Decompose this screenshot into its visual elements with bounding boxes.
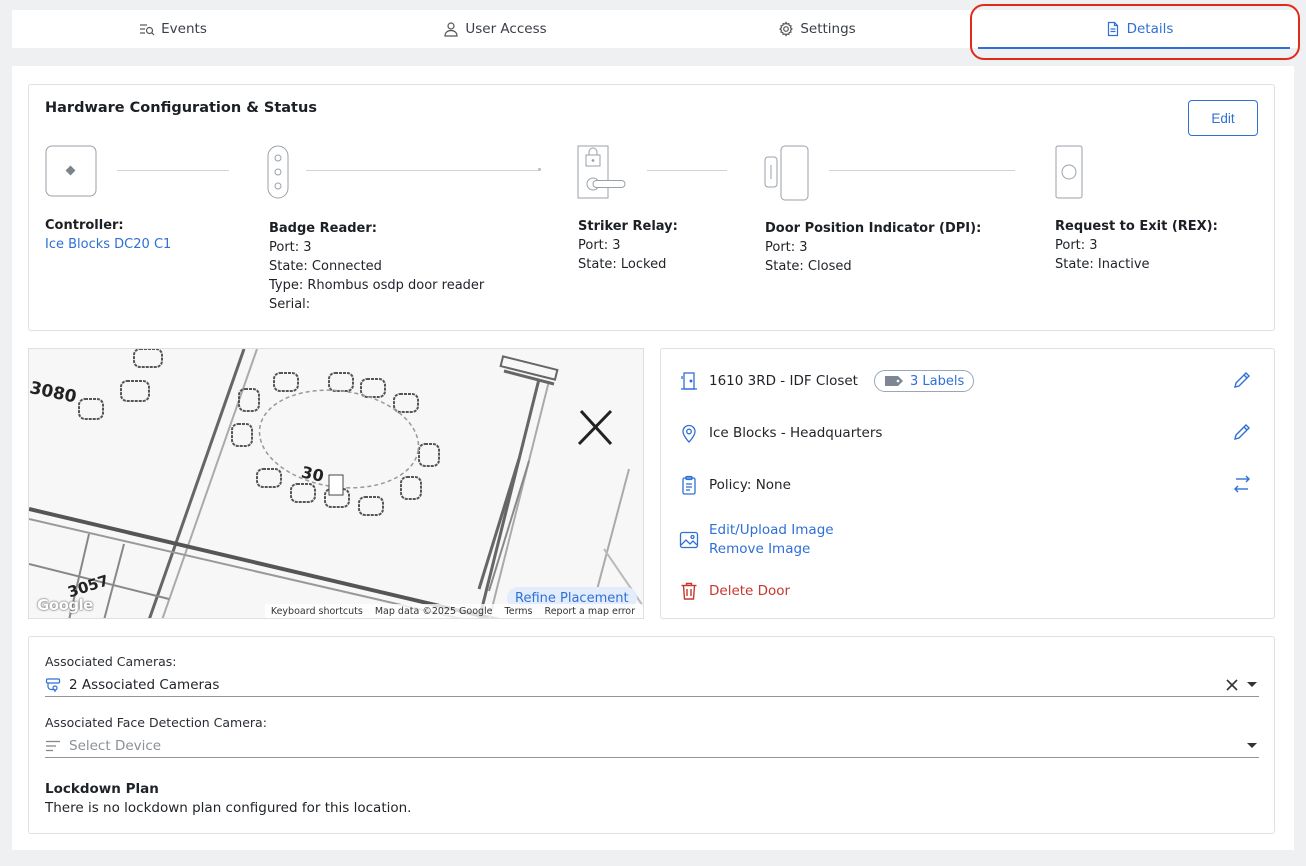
connector-dot [538,168,541,171]
controller-label: Controller: [45,218,124,233]
face-detection-camera-label: Associated Face Detection Camera: [45,715,267,730]
edit-upload-image-link[interactable]: Edit/Upload Image [709,521,834,540]
door-name: 1610 3RD - IDF Closet [709,373,858,389]
associated-cameras-select[interactable]: 2 Associated Cameras [45,673,1259,697]
edit-hardware-button[interactable]: Edit [1188,100,1258,136]
associated-cameras-label: Associated Cameras: [45,654,177,669]
rex-port: Port: 3 [1055,238,1098,253]
door-icon [681,372,697,390]
remove-image-link[interactable]: Remove Image [709,540,834,559]
select-device-placeholder: Select Device [69,737,162,754]
google-logo: Google [37,596,93,614]
tab-events-label: Events [161,21,207,37]
delete-door-link[interactable]: Delete Door [709,583,790,599]
striker-relay-info: Striker Relay: Port: 3 State: Locked [578,217,678,274]
clipboard-icon [682,475,696,495]
door-marker[interactable] [328,474,344,496]
list-filter-icon [46,740,60,751]
labels-badge[interactable]: 3 Labels [873,370,975,392]
svg-text:30: 30 [300,462,326,485]
door-position-sensor-icon [764,145,809,201]
dpi-info: Door Position Indicator (DPI): Port: 3 S… [765,219,981,276]
edit-location-pencil-icon[interactable] [1232,422,1252,442]
map-footer: Keyboard shortcuts Map data ©2025 Google… [264,604,643,618]
rex-state: State: Inactive [1055,257,1150,272]
events-search-icon [140,24,155,36]
labels-badge-text: 3 Labels [909,373,965,389]
trash-icon [681,582,697,600]
policy-text: Policy: None [709,477,791,493]
user-icon [444,22,458,37]
policy-row: Policy: None [679,475,791,495]
associations-card: Associated Cameras: 2 Associated Cameras… [28,636,1275,834]
badge-reader-serial: Serial: [269,297,311,312]
map-data-text: Map data ©2025 Google [374,605,493,617]
badge-reader-port: Port: 3 [269,240,312,255]
tab-settings[interactable]: Settings [656,10,978,48]
striker-lock-icon [577,145,626,199]
hardware-config-card: Hardware Configuration & Status Edit Con… [28,84,1275,331]
hardware-title: Hardware Configuration & Status [45,100,317,116]
striker-relay-label: Striker Relay: [578,219,678,234]
floor-plan-map[interactable]: 3080 30 3057 Google Refine Placement Key… [28,348,644,619]
dpi-label: Door Position Indicator (DPI): [765,221,982,236]
lockdown-plan-text: There is no lockdown plan configured for… [45,800,412,816]
rex-label: Request to Exit (REX): [1055,219,1218,234]
keyboard-shortcuts-link[interactable]: Keyboard shortcuts [271,606,363,617]
location-pin-icon [682,424,696,443]
dpi-port: Port: 3 [765,240,808,255]
connector-line [306,170,538,171]
badge-reader-state: State: Connected [269,259,382,274]
floor-plan-drawing: 3080 30 3057 [29,349,643,618]
camera-icon [45,677,61,692]
door-info-card: 1610 3RD - IDF Closet 3 Labels Ice Block… [660,348,1275,619]
image-row: Edit/Upload Image Remove Image [679,521,834,559]
terms-link[interactable]: Terms [505,606,533,617]
document-icon [1107,21,1118,37]
badge-reader-label: Badge Reader: [269,221,377,236]
tab-bar: Events User Access Settings Details [12,10,1300,49]
rex-info: Request to Exit (REX): Port: 3 State: In… [1055,217,1218,274]
details-panel: Hardware Configuration & Status Edit Con… [12,66,1294,850]
door-name-row: 1610 3RD - IDF Closet 3 Labels [679,370,975,392]
controller-info: Controller: Ice Blocks DC20 C1 [45,216,171,254]
tag-icon [884,376,903,386]
lockdown-plan-title: Lockdown Plan [45,781,159,797]
tab-details[interactable]: Details [978,10,1300,49]
report-map-error-link[interactable]: Report a map error [545,606,635,617]
edit-door-name-pencil-icon[interactable] [1232,370,1252,390]
chevron-down-icon[interactable] [1247,682,1257,687]
swap-policy-arrows-icon[interactable] [1232,474,1252,494]
connector-line [829,170,1015,171]
location-row: Ice Blocks - Headquarters [679,423,882,443]
striker-relay-port: Port: 3 [578,238,621,253]
chevron-down-icon[interactable] [1247,743,1257,748]
connector-line [117,170,229,171]
controller-icon [45,145,97,197]
room-label: 3080 [29,378,78,407]
badge-reader-icon [267,145,289,199]
badge-reader-type: Type: Rhombus osdp door reader [269,278,485,293]
connector-line [647,170,727,171]
badge-reader-info: Badge Reader: Port: 3 State: Connected T… [269,219,484,314]
dpi-state: State: Closed [765,259,852,274]
delete-door-row[interactable]: Delete Door [679,581,790,601]
controller-link[interactable]: Ice Blocks DC20 C1 [45,235,171,254]
clear-icon[interactable] [1225,678,1239,692]
tab-details-label: Details [1126,21,1174,37]
tab-user-access-label: User Access [465,21,547,37]
request-to-exit-icon [1055,145,1083,199]
gear-icon [779,21,794,37]
image-icon [679,531,699,549]
striker-relay-state: State: Locked [578,257,667,272]
tab-user-access[interactable]: User Access [334,10,656,48]
tab-events[interactable]: Events [12,10,334,48]
face-detection-camera-select[interactable]: Select Device [45,734,1259,758]
tab-settings-label: Settings [800,21,856,37]
associated-cameras-value: 2 Associated Cameras [69,676,220,693]
location-name: Ice Blocks - Headquarters [709,425,883,441]
